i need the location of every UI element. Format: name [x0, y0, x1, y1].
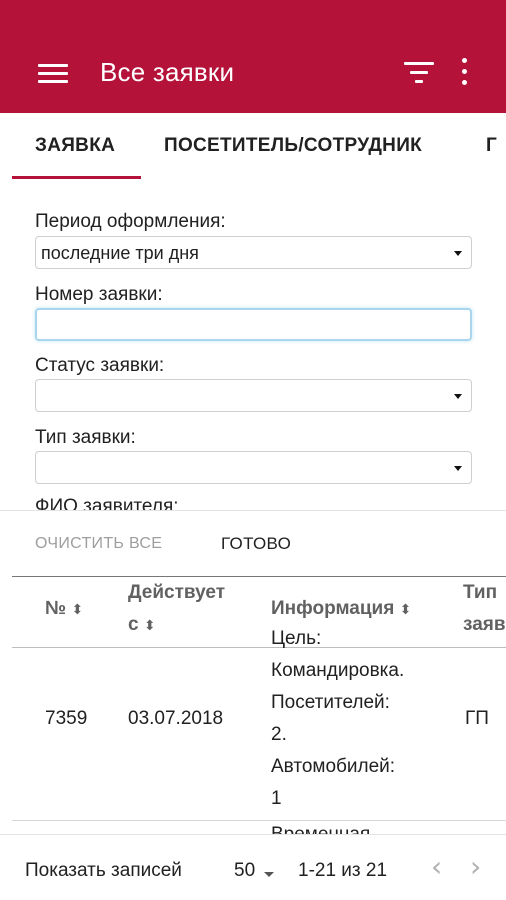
chevron-down-icon	[454, 466, 462, 471]
pagination-footer: Показать записей 50 1-21 из 21 ‹ ›	[0, 834, 506, 900]
applicant-name-label: ФИО заявителя:	[35, 496, 179, 510]
tab-bar: ЗАЯВКА ПОСЕТИТЕЛЬ/СОТРУДНИК Г	[0, 113, 506, 180]
period-select-value: последние три дня	[41, 243, 199, 263]
status-select[interactable]	[35, 379, 472, 412]
more-vertical-icon[interactable]	[457, 58, 473, 86]
done-button[interactable]: ГОТОВО	[221, 534, 291, 554]
row-type[interactable]: ГП	[465, 703, 489, 735]
tab-request[interactable]: ЗАЯВКА	[35, 135, 115, 157]
filter-icon[interactable]	[404, 62, 434, 86]
row-info-line: Посетителей:	[271, 692, 390, 713]
request-number-input[interactable]	[35, 308, 472, 341]
chevron-down-icon	[454, 394, 462, 399]
row-info-line: 1	[271, 788, 282, 809]
column-header-type-line2: заяв	[463, 614, 506, 635]
next-row-info-partial[interactable]: Временная	[271, 819, 370, 834]
period-select[interactable]: последние три дня	[35, 236, 472, 269]
show-records-label: Показать записей	[25, 860, 182, 881]
request-type-select[interactable]	[35, 451, 472, 484]
request-number-label: Номер заявки:	[35, 284, 163, 305]
clear-all-button[interactable]: ОЧИСТИТЬ ВСЕ	[35, 535, 162, 553]
records-per-page-select[interactable]: 50	[234, 860, 255, 882]
app-bar: Все заявки	[0, 0, 506, 113]
column-header-valid-from-line1: Действует	[128, 582, 226, 603]
next-page-icon[interactable]: ›	[470, 853, 481, 881]
tab-third-partial[interactable]: Г	[486, 135, 497, 157]
row-info-line: Цель:	[271, 628, 322, 649]
request-type-label: Тип заявки:	[35, 427, 136, 448]
column-header-info-label: Информация	[271, 598, 395, 619]
row-number[interactable]: 7359	[45, 703, 87, 735]
form-actions: ОЧИСТИТЬ ВСЕ ГОТОВО	[0, 510, 506, 576]
column-header-valid-from[interactable]: Действует с ⬍	[128, 577, 225, 641]
active-tab-indicator	[12, 176, 141, 179]
chevron-down-icon	[454, 251, 462, 256]
row-info[interactable]: Цель: Командировка. Посетителей: 2. Авто…	[271, 623, 404, 815]
row-info-line: Автомобилей:	[271, 756, 396, 777]
column-header-type[interactable]: Тип заяв	[463, 577, 506, 641]
row-info-line: 2.	[271, 724, 287, 745]
prev-page-icon[interactable]: ‹	[431, 853, 442, 881]
hamburger-menu-icon[interactable]	[38, 64, 68, 84]
status-label: Статус заявки:	[35, 355, 165, 376]
row-info-line: Командировка.	[271, 660, 405, 681]
row-date[interactable]: 03.07.2018	[128, 703, 223, 735]
page-title: Все заявки	[100, 57, 235, 87]
column-header-valid-from-line2: с	[128, 614, 139, 635]
row-divider	[12, 820, 506, 821]
column-header-info[interactable]: Информация ⬍	[271, 593, 411, 625]
sort-icon: ⬍	[71, 601, 84, 617]
chevron-down-icon[interactable]	[264, 872, 274, 877]
column-header-number-label: №	[45, 598, 67, 619]
period-label: Период оформления:	[35, 211, 226, 232]
filter-form: Период оформления: последние три дня Ном…	[0, 180, 506, 510]
requests-table: № ⬍ Действует с ⬍ Информация ⬍ Тип заяв …	[12, 576, 506, 834]
tab-visitor-employee[interactable]: ПОСЕТИТЕЛЬ/СОТРУДНИК	[164, 135, 422, 157]
header-divider	[12, 647, 506, 648]
sort-icon: ⬍	[399, 601, 412, 617]
sort-icon: ⬍	[143, 617, 156, 633]
column-header-number[interactable]: № ⬍	[45, 593, 83, 625]
column-header-type-line1: Тип	[463, 582, 498, 603]
records-range: 1-21 из 21	[298, 860, 388, 881]
